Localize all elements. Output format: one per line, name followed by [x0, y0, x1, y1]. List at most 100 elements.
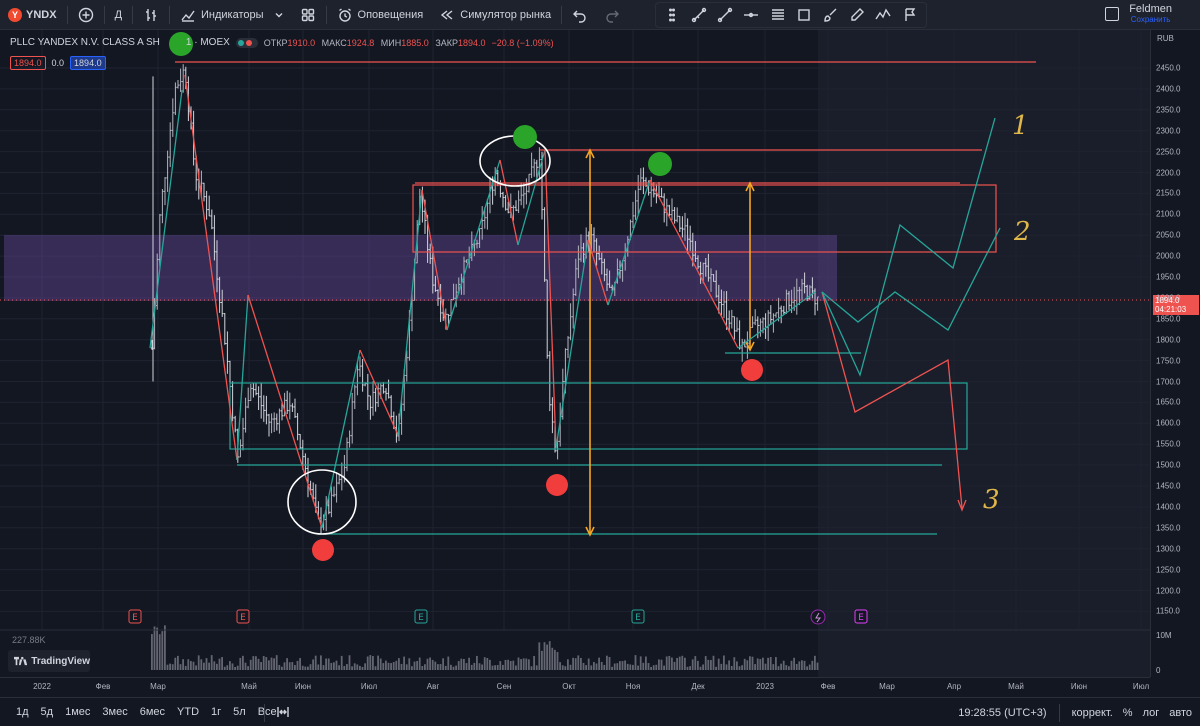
volume-bar [541, 650, 543, 670]
undo-icon [573, 10, 586, 23]
brush-tool[interactable] [820, 4, 840, 26]
volume-bar [697, 660, 699, 670]
pattern-tool[interactable] [873, 4, 893, 26]
volume-bar [569, 664, 572, 670]
dividend-marker-icon [810, 609, 826, 625]
volume-bar [772, 664, 775, 670]
percent-toggle[interactable]: % [1123, 707, 1133, 719]
range-button[interactable]: 1г [205, 706, 227, 718]
clock[interactable]: 19:28:55 (UTC+3) [958, 707, 1046, 719]
flag-tool[interactable] [900, 4, 920, 26]
volume-bar [587, 658, 590, 670]
log-toggle[interactable]: лог [1143, 707, 1160, 719]
volume-bar [673, 661, 676, 670]
price-tick: 2450.0 [1156, 63, 1181, 73]
volume-bar [551, 647, 554, 670]
price-tick: 1550.0 [1156, 439, 1181, 449]
ray-tool[interactable] [715, 4, 735, 26]
volume-bar [801, 660, 803, 670]
volume-bar [741, 665, 743, 670]
volume-bar [728, 660, 730, 670]
undo-button[interactable] [564, 0, 596, 30]
drag-handle[interactable] [662, 4, 682, 26]
volume-bar [515, 665, 517, 670]
volume-bar [603, 664, 606, 670]
volume-bar [655, 664, 658, 670]
range-button[interactable]: 5л [227, 706, 252, 718]
interval-label: Д [114, 8, 123, 21]
fib-tool[interactable] [768, 4, 788, 26]
redo-button[interactable] [596, 0, 628, 30]
time-label: Июл [1132, 682, 1150, 691]
save-link[interactable]: Сохранить [1129, 15, 1172, 25]
range-button[interactable]: 1мес [59, 706, 96, 718]
range-button[interactable]: 1д [10, 706, 35, 718]
volume-bar [535, 665, 538, 670]
compare-button[interactable] [70, 0, 102, 30]
volume-bar [769, 657, 772, 670]
spread-value: 0.0 [51, 58, 65, 68]
layout-checkbox[interactable] [1105, 7, 1120, 21]
auto-toggle[interactable]: авто [1169, 707, 1192, 719]
tradingview-text: TradingView [31, 655, 90, 667]
tradingview-logo[interactable]: TradingView [8, 650, 90, 672]
chevron-down-icon [275, 12, 283, 17]
volume-bar [338, 665, 340, 670]
time-axis[interactable]: 2022 Фев Мар Май Июн Июл Авг Сен Окт Ноя Дек 2023 Фе… [0, 677, 1150, 697]
range-button[interactable]: 3мес [96, 706, 133, 718]
volume-bar [613, 663, 616, 670]
replay-button[interactable]: Симулятор рынка [431, 0, 559, 30]
symbol-exchange: 1 · MOEX [185, 37, 230, 48]
horizontal-line-tool[interactable] [741, 4, 761, 26]
volume-bar [340, 655, 343, 670]
visibility-toggle[interactable] [235, 37, 258, 48]
price-tick: 1150.0 [1156, 606, 1180, 616]
alerts-button[interactable]: Оповещения [329, 0, 432, 30]
main-chart[interactable]: 1 2 3 E E E E E [0, 30, 1150, 677]
volume-bar [595, 663, 598, 670]
volume-bar [421, 665, 424, 670]
price-tick: 2400.0 [1156, 84, 1181, 94]
volume-bar [808, 664, 811, 670]
trend-line-tool[interactable] [688, 4, 708, 26]
interval-button[interactable]: Д [107, 0, 130, 30]
red-marker [312, 539, 334, 561]
symbol-title[interactable]: PLLC YANDEX N.V. CLASS A SH 1 · MOEX [10, 37, 230, 48]
correction-toggle[interactable]: коррект. [1072, 707, 1113, 719]
volume-bar [197, 655, 200, 670]
volume-bar [364, 663, 366, 670]
layouts-button[interactable] [292, 0, 324, 30]
chart-type-button[interactable] [135, 0, 167, 30]
date-range-icon[interactable] [275, 704, 291, 720]
volume-bar [166, 664, 169, 670]
price-tick: 1450.0 [1156, 481, 1181, 491]
range-button[interactable]: 6мес [134, 706, 171, 718]
open-value: 1910.0 [287, 37, 316, 48]
volume-bar [642, 662, 645, 670]
volume-bar [730, 665, 733, 670]
volume-bar [361, 666, 364, 670]
volume-bar [330, 662, 333, 670]
price-tick: 1950.0 [1156, 272, 1181, 282]
pen-tool[interactable] [847, 4, 867, 26]
volume-bar [169, 663, 171, 670]
volume-bar [304, 666, 307, 670]
volume-bar [314, 655, 317, 670]
price-axis[interactable]: RUB 1894.0 04:21:03 10M 0 2450.0 2400.0 23… [1150, 30, 1200, 677]
indicators-button[interactable]: Индикаторы [172, 0, 292, 30]
volume-bar [528, 659, 530, 670]
volume-bar [686, 666, 689, 670]
bid-price[interactable]: 1894.0 [10, 56, 46, 70]
range-button[interactable]: YTD [171, 706, 205, 718]
volume-bar [704, 656, 707, 670]
volume-bar [434, 661, 437, 670]
time-label: Мар [879, 682, 895, 691]
volume-bar [249, 659, 252, 670]
time-label: Май [1008, 682, 1024, 691]
range-button[interactable]: 5д [35, 706, 60, 718]
symbol-search[interactable]: Y YNDX [0, 0, 65, 30]
ask-price[interactable]: 1894.0 [70, 56, 106, 70]
rectangle-tool[interactable] [794, 4, 814, 26]
divider [66, 5, 68, 24]
user-menu[interactable]: Feldmen Сохранить [1105, 3, 1172, 25]
